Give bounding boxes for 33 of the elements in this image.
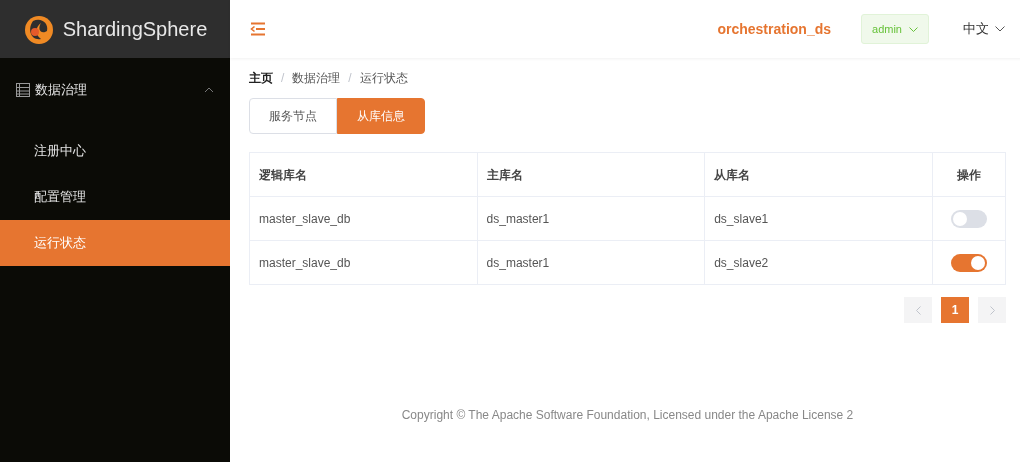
breadcrumb-item[interactable]: 数据治理 [292,69,341,87]
footer-copyright: Copyright © The Apache Software Foundation, Licensed under the Apache License 2 [401,407,854,424]
table-cell: master_slave_db [249,240,478,285]
column-header: 主库名 [477,152,705,197]
chevron-left-icon [915,305,921,315]
menu-item[interactable]: 注册中心 [0,128,230,174]
table-cell: master_slave_db [249,196,478,241]
language-dropdown[interactable]: 中文 [963,19,1005,39]
schema-name: orchestration_ds [717,19,832,39]
column-header: 从库名 [704,152,933,197]
tab[interactable]: 服务节点 [249,98,337,134]
flame-logo-icon [22,13,55,45]
menu-group-label: 数据治理 [35,81,88,100]
table-cell: ds_slave1 [704,196,933,241]
logo-text: ShardingSphere [62,17,208,42]
menu-fold-icon[interactable] [250,22,266,36]
table-cell: ds_slave2 [704,240,933,285]
column-header: 操作 [932,152,1006,197]
chevron-right-icon [989,305,995,315]
table-cell: ds_master1 [477,240,705,285]
table-cell: ds_master1 [477,196,705,241]
toggle-switch[interactable] [950,253,987,272]
menu-item[interactable]: 配置管理 [0,174,230,220]
chevron-down-icon [909,26,918,32]
toggle-switch[interactable] [950,209,987,228]
breadcrumb-separator: / [281,70,285,87]
breadcrumb-item[interactable]: 主页 [249,69,273,87]
chevron-down-icon [995,26,1005,32]
breadcrumb-item: 运行状态 [359,70,408,87]
column-header: 逻辑库名 [249,152,478,197]
breadcrumb-separator: / [348,70,352,87]
menu-group[interactable]: 数据治理 [0,64,230,116]
list-icon [16,83,30,97]
